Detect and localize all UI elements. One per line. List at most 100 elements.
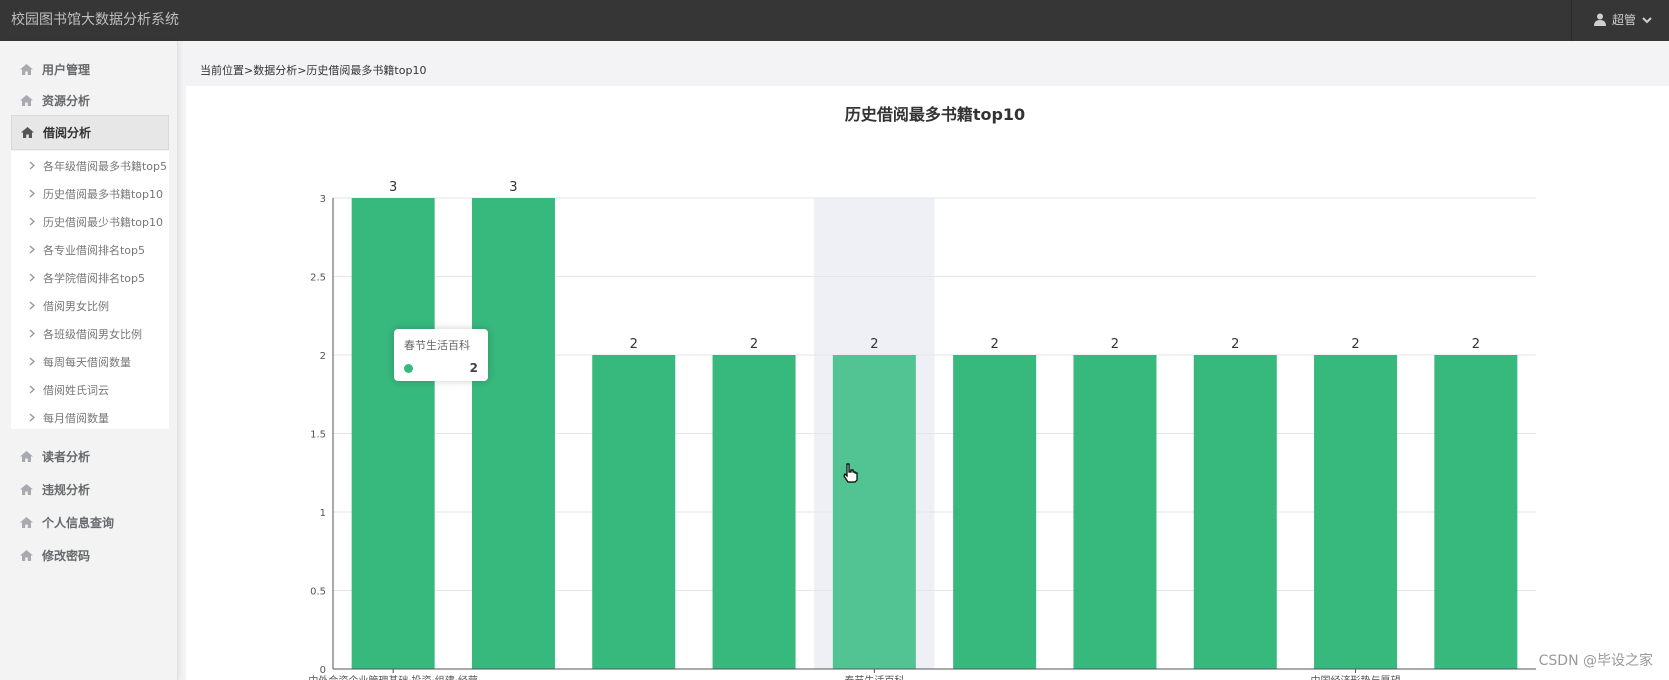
tooltip-title: 春节生活百科 bbox=[404, 339, 470, 352]
chart-tooltip: 春节生活百科 2 bbox=[394, 329, 488, 381]
data-label: 2 bbox=[1111, 337, 1119, 352]
data-label: 3 bbox=[389, 180, 397, 195]
x-tick-label: 中国经济形势与愿望 bbox=[1311, 674, 1401, 680]
bar bbox=[832, 355, 916, 669]
bar bbox=[1314, 355, 1398, 669]
bar bbox=[1193, 355, 1277, 669]
bar bbox=[712, 355, 796, 669]
home-icon bbox=[21, 127, 34, 138]
submenu-item[interactable]: 每周每天借阅数量 bbox=[11, 348, 169, 376]
bar bbox=[351, 198, 435, 669]
chevron-right-icon bbox=[29, 188, 36, 201]
bar bbox=[1073, 355, 1157, 669]
sidebar-item-label: 资源分析 bbox=[42, 94, 91, 108]
home-icon bbox=[20, 64, 33, 75]
data-label: 2 bbox=[630, 337, 638, 352]
data-label: 2 bbox=[1472, 337, 1480, 352]
submenu-item[interactable]: 各专业借阅排名top5 bbox=[11, 236, 169, 264]
watermark: CSDN @毕设之家 bbox=[1538, 653, 1653, 669]
y-tick-label: 0 bbox=[320, 665, 326, 676]
home-icon bbox=[20, 550, 33, 561]
topbar-divider bbox=[1571, 0, 1572, 41]
submenu-item-label: 每月借阅数量 bbox=[43, 412, 109, 425]
sidebar-item-borrow-analysis[interactable]: 借阅分析 bbox=[11, 115, 169, 150]
submenu-item[interactable]: 借阅姓氏词云 bbox=[11, 376, 169, 404]
sidebar-item-resource-analysis[interactable]: 资源分析 bbox=[11, 83, 169, 118]
tooltip-value: 2 bbox=[469, 361, 478, 375]
user-name: 超管 bbox=[1612, 13, 1637, 27]
bar bbox=[953, 355, 1037, 669]
y-tick-label: 2 bbox=[320, 351, 326, 362]
submenu-item-label: 每周每天借阅数量 bbox=[43, 356, 131, 369]
chevron-right-icon bbox=[29, 160, 36, 173]
submenu-item[interactable]: 各学院借阅排名top5 bbox=[11, 264, 169, 292]
x-tick-label: 中外合资企业管理基础·投资·组建·经营 bbox=[308, 674, 478, 680]
sidebar-item-label: 读者分析 bbox=[42, 450, 91, 464]
y-tick-label: 1.5 bbox=[310, 430, 326, 441]
y-tick-label: 2.5 bbox=[310, 273, 326, 284]
submenu-item[interactable]: 借阅男女比例 bbox=[11, 292, 169, 320]
data-label: 2 bbox=[991, 337, 999, 352]
breadcrumb: 当前位置>数据分析>历史借阅最多书籍top10 bbox=[186, 53, 1669, 86]
submenu-item-label: 借阅姓氏词云 bbox=[43, 384, 109, 397]
top-bar: 校园图书馆大数据分析系统 超管 bbox=[0, 0, 1669, 41]
sidebar-item-label: 借阅分析 bbox=[43, 126, 92, 140]
chevron-right-icon bbox=[29, 272, 36, 285]
chevron-right-icon bbox=[29, 300, 36, 313]
y-tick-label: 0.5 bbox=[310, 587, 326, 598]
chevron-right-icon bbox=[29, 356, 36, 369]
data-label: 2 bbox=[750, 337, 758, 352]
data-label: 2 bbox=[870, 337, 878, 352]
chevron-right-icon bbox=[29, 412, 36, 425]
submenu-item-label: 各班级借阅男女比例 bbox=[43, 328, 142, 341]
sidebar-item-label: 个人信息查询 bbox=[42, 516, 115, 530]
data-label: 3 bbox=[509, 180, 517, 195]
sidebar-item-label: 用户管理 bbox=[42, 63, 91, 77]
x-tick-label: 春节生活百科 bbox=[844, 674, 904, 680]
chevron-right-icon bbox=[29, 384, 36, 397]
data-label: 2 bbox=[1231, 337, 1239, 352]
chevron-right-icon bbox=[29, 328, 36, 341]
submenu-item-label: 各学院借阅排名top5 bbox=[43, 272, 146, 285]
submenu-item[interactable]: 历史借阅最少书籍top10 bbox=[11, 208, 169, 236]
app-title: 校园图书馆大数据分析系统 bbox=[11, 12, 179, 28]
bar bbox=[471, 198, 555, 669]
submenu-borrow-analysis: 各年级借阅最多书籍top5 历史借阅最多书籍top10 历史借阅最少书籍top1… bbox=[11, 151, 169, 429]
sidebar: 用户管理 资源分析 借阅分析 各年级借阅最多书籍top5 历史借阅最多书籍top… bbox=[0, 41, 178, 680]
bar bbox=[592, 355, 676, 669]
sidebar-item-change-password[interactable]: 修改密码 bbox=[11, 538, 169, 573]
data-label: 2 bbox=[1351, 337, 1359, 352]
chevron-right-icon bbox=[29, 244, 36, 257]
submenu-item-label: 历史借阅最少书籍top10 bbox=[43, 216, 164, 229]
chevron-right-icon bbox=[29, 216, 36, 229]
sidebar-item-reader-analysis[interactable]: 读者分析 bbox=[11, 439, 169, 474]
user-icon bbox=[1594, 13, 1606, 26]
submenu-item-label: 各专业借阅排名top5 bbox=[43, 244, 146, 257]
home-icon bbox=[20, 95, 33, 106]
submenu-item[interactable]: 历史借阅最多书籍top10 bbox=[11, 180, 169, 208]
bar-chart[interactable]: 3 3 2 2 2 2 2 2 2 2 0 0.5 1 1.5 2 2.5 3 中外合资企业管理基础·投资·组建… bbox=[186, 91, 1669, 680]
user-menu[interactable]: 超管 bbox=[1594, 11, 1652, 28]
submenu-item[interactable]: 每月借阅数量 bbox=[11, 404, 169, 432]
sidebar-item-label: 修改密码 bbox=[42, 549, 91, 563]
home-icon bbox=[20, 484, 33, 495]
y-tick-label: 1 bbox=[320, 508, 326, 519]
chevron-down-icon bbox=[1642, 16, 1652, 24]
series-dot-icon bbox=[404, 363, 413, 373]
submenu-item[interactable]: 各班级借阅男女比例 bbox=[11, 320, 169, 348]
hand-cursor-icon bbox=[842, 463, 858, 487]
sidebar-item-violation-analysis[interactable]: 违规分析 bbox=[11, 472, 169, 507]
sidebar-item-personal-info[interactable]: 个人信息查询 bbox=[11, 505, 169, 540]
chart-svg: 3 3 2 2 2 2 2 2 2 2 0 0.5 1 1.5 2 2.5 3 中外合资企业管理基础·投资·组建… bbox=[308, 105, 1536, 680]
submenu-item[interactable]: 各年级借阅最多书籍top5 bbox=[11, 152, 169, 180]
submenu-item-label: 各年级借阅最多书籍top5 bbox=[43, 160, 168, 173]
sidebar-item-user-management[interactable]: 用户管理 bbox=[11, 52, 169, 87]
y-tick-label: 3 bbox=[320, 194, 326, 205]
sidebar-item-label: 违规分析 bbox=[42, 483, 91, 497]
chart-title: 历史借阅最多书籍top10 bbox=[845, 105, 1025, 124]
submenu-item-label: 历史借阅最多书籍top10 bbox=[43, 188, 164, 201]
submenu-item-label: 借阅男女比例 bbox=[43, 300, 109, 313]
home-icon bbox=[20, 451, 33, 462]
bar bbox=[1434, 355, 1518, 669]
home-icon bbox=[20, 517, 33, 528]
